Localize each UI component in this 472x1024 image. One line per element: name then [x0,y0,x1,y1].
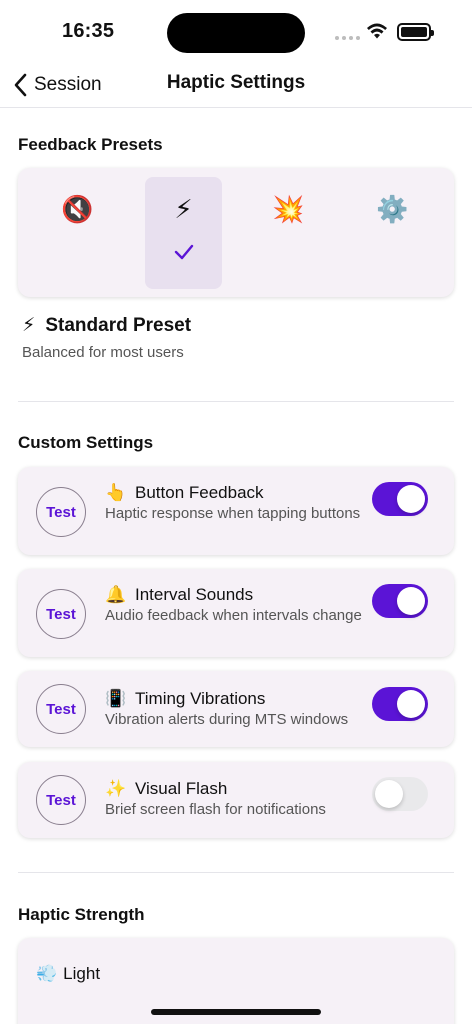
timing-vibrations-toggle[interactable] [372,687,428,721]
setting-title: Visual Flash [135,779,228,798]
pointing-hand-icon: 👆 [105,483,127,502]
test-button-timing-vibrations[interactable]: Test [36,684,86,734]
setting-description: Haptic response when tapping buttons [105,505,361,522]
strength-option-label: Light [63,964,101,983]
test-button-visual-flash[interactable]: Test [36,775,86,825]
setting-header: 🔔 Interval Sounds [105,585,253,605]
haptic-strength-title: Haptic Strength [18,905,145,924]
custom-settings-title: Custom Settings [18,433,154,452]
test-button-button-feedback[interactable]: Test [36,487,86,537]
setting-description: Vibration alerts during MTS windows [105,711,349,728]
navigation-bar: Session Haptic Settings [0,64,472,108]
divider [18,872,454,873]
preset-option-custom[interactable]: ⚙️ [354,177,431,289]
mute-icon: 🔇 [61,194,94,224]
wind-icon: 💨 [36,964,58,983]
setting-title: Button Feedback [135,483,264,502]
status-time: 16:35 [62,20,115,42]
wifi-icon [367,23,387,39]
setting-card-visual-flash: Test ✨ Visual Flash Brief screen flash f… [18,762,454,838]
vibration-icon: 📳 [105,689,127,708]
collision-icon: 💥 [272,194,305,224]
button-feedback-toggle[interactable] [372,482,428,516]
sparkles-icon: ✨ [105,779,127,798]
setting-card-timing-vibrations: Test 📳 Timing Vibrations Vibration alert… [18,671,454,747]
test-button-interval-sounds[interactable]: Test [36,589,86,639]
preset-option-mute[interactable]: 🔇 [39,177,116,289]
preset-option-standard[interactable]: ⚡ [145,177,222,289]
preset-option-strong[interactable]: 💥 [250,177,327,289]
strength-option-light[interactable]: 💨 Light [36,964,100,984]
home-indicator [151,1009,321,1015]
current-preset: ⚡ Standard Preset [22,314,191,337]
gear-icon: ⚙️ [376,194,409,224]
feedback-presets-title: Feedback Presets [18,135,163,154]
setting-description: Audio feedback when intervals change [105,607,362,624]
setting-title: Interval Sounds [135,585,254,604]
current-preset-description: Balanced for most users [22,344,184,361]
dynamic-island [167,13,305,53]
current-preset-name: Standard Preset [45,314,192,336]
lightning-icon: ⚡ [22,315,36,336]
setting-card-interval-sounds: Test 🔔 Interval Sounds Audio feedback wh… [18,569,454,657]
setting-card-button-feedback: Test 👆 Button Feedback Haptic response w… [18,467,454,555]
setting-header: 📳 Timing Vibrations [105,689,265,709]
bell-icon: 🔔 [105,585,127,604]
interval-sounds-toggle[interactable] [372,584,428,618]
preset-selector: 🔇 ⚡ 💥 ⚙️ [18,168,454,297]
divider [18,401,454,402]
status-bar: 16:35 [0,0,472,64]
checkmark-icon [174,244,194,260]
setting-header: ✨ Visual Flash [105,779,227,799]
setting-header: 👆 Button Feedback [105,483,264,503]
page-title: Haptic Settings [166,72,306,93]
lightning-icon: ⚡ [174,194,193,224]
setting-title: Timing Vibrations [135,689,266,708]
cellular-signal-icon [335,36,360,40]
visual-flash-toggle[interactable] [372,777,428,811]
battery-icon [397,23,434,41]
setting-description: Brief screen flash for notifications [105,801,326,818]
